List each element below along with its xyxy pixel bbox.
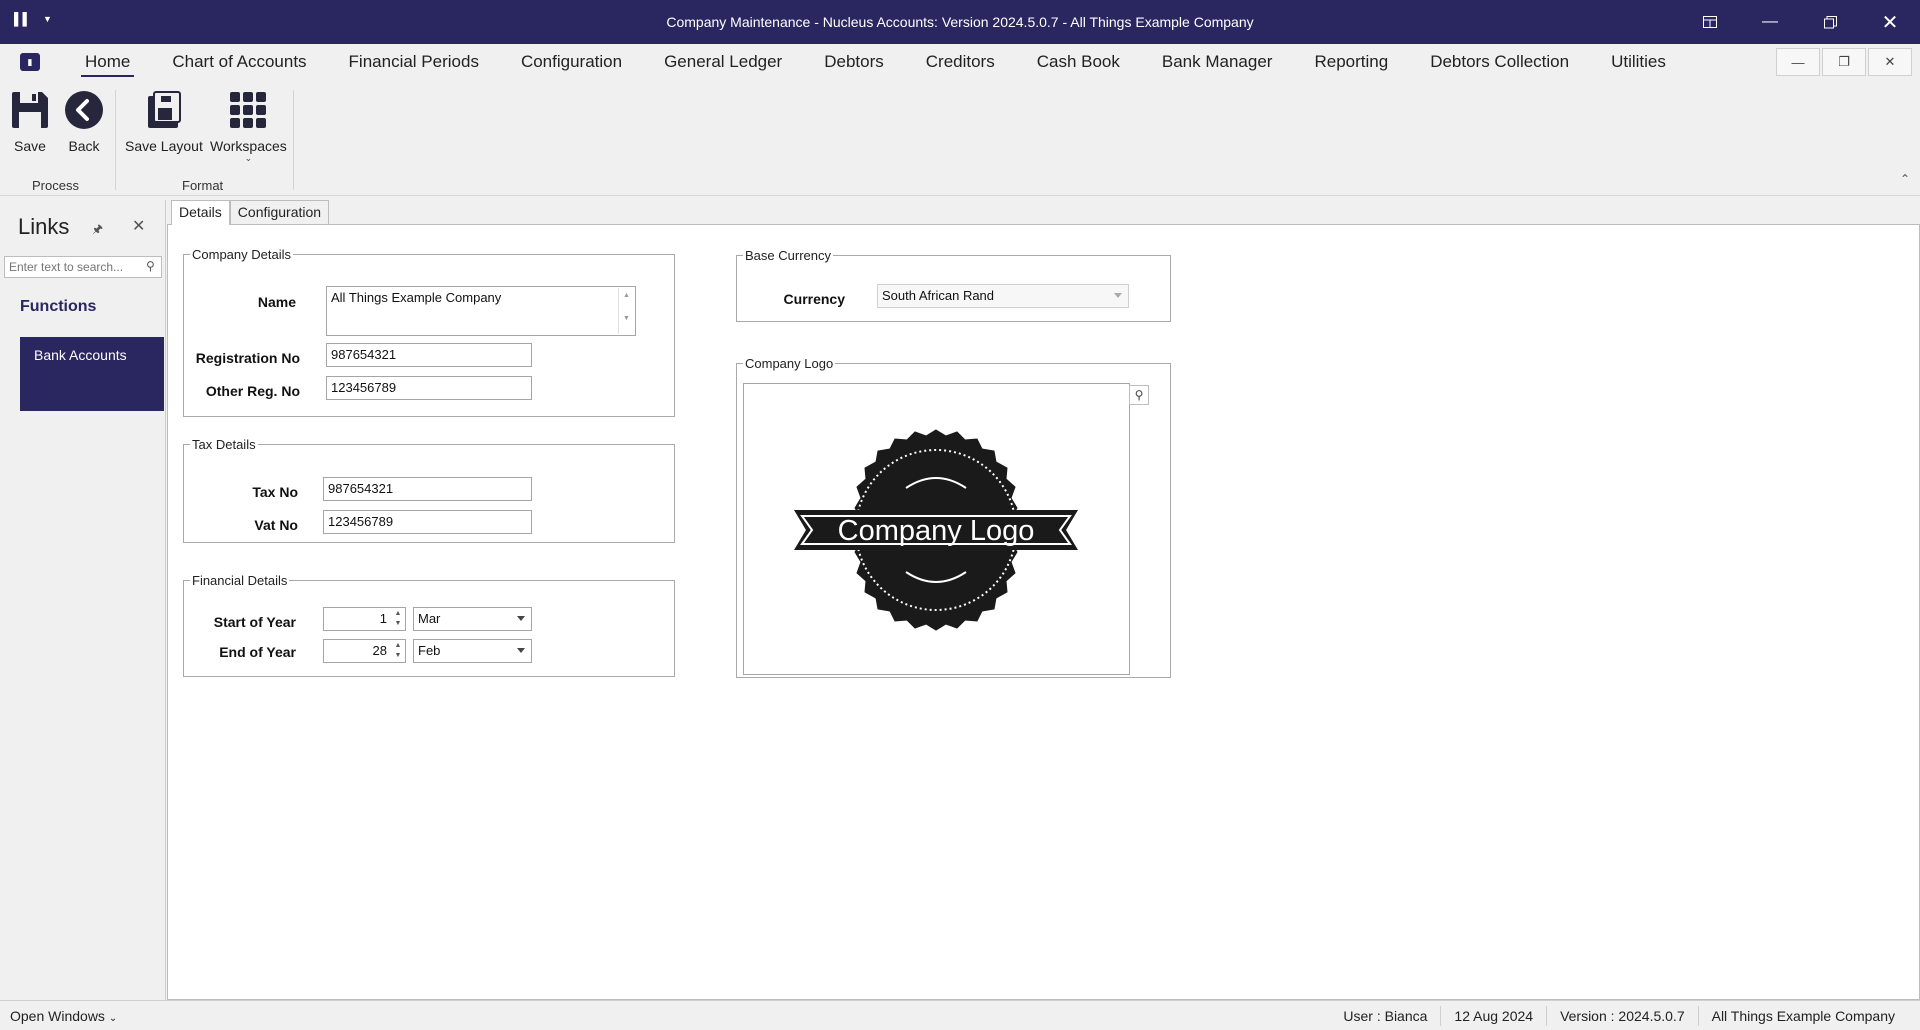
minimize-button[interactable]: — <box>1740 0 1800 44</box>
company-logo-legend: Company Logo <box>745 356 834 371</box>
save-layout-button[interactable]: Save Layout <box>125 86 203 154</box>
name-scrollbar[interactable]: ▲ ▼ <box>618 288 634 334</box>
other-reg-no-field[interactable]: 123456789 <box>326 376 532 400</box>
menu-tab-general-ledger[interactable]: General Ledger <box>643 44 803 80</box>
layout-icon[interactable] <box>1680 0 1740 44</box>
details-panel: Company Details Name All Things Example … <box>167 224 1920 1000</box>
end-day-stepper[interactable]: 28 ▲ ▼ <box>323 639 406 663</box>
workspaces-button[interactable]: Workspaces ⌄ <box>210 86 287 163</box>
financial-details-legend: Financial Details <box>192 573 288 588</box>
chevron-up-icon[interactable]: ⌃ <box>1900 172 1910 186</box>
restore-button[interactable] <box>1800 0 1860 44</box>
menu-tab-creditors[interactable]: Creditors <box>905 44 1016 80</box>
chevron-down-icon: ⌄ <box>108 1013 118 1024</box>
links-panel: Links 🖈 ✕ ⚲ Functions Bank Accounts <box>0 200 166 1000</box>
company-logo-group: Company Logo Company Logo ⚲ <box>736 356 1171 678</box>
close-button[interactable]: ✕ <box>1860 0 1920 44</box>
menu-tab-cash-book[interactable]: Cash Book <box>1016 44 1141 80</box>
functions-header: Functions <box>20 298 97 315</box>
dropdown-arrow-icon[interactable] <box>1114 293 1122 298</box>
currency-label: Currency <box>783 291 845 307</box>
save-icon <box>10 86 50 134</box>
registration-no-label: Registration No <box>195 350 300 366</box>
window-title: Company Maintenance - Nucleus Accounts: … <box>666 14 1254 30</box>
link-item-bank-accounts[interactable]: Bank Accounts <box>20 337 164 411</box>
links-title: Links <box>18 214 70 239</box>
tax-details-legend: Tax Details <box>192 437 256 452</box>
spin-arrows-icon[interactable]: ▲ ▼ <box>392 641 404 661</box>
ribbon-separator <box>293 90 294 190</box>
dropdown-arrow-icon[interactable] <box>517 648 525 653</box>
tab-configuration[interactable]: Configuration <box>229 200 330 224</box>
search-icon[interactable]: ⚲ <box>146 259 155 273</box>
dropdown-arrow-icon[interactable] <box>517 616 525 621</box>
company-details-group: Company Details Name All Things Example … <box>183 247 675 417</box>
menu-tab-bank-manager[interactable]: Bank Manager <box>1141 44 1294 80</box>
status-bar: Open Windows ⌄ User : Bianca 12 Aug 2024… <box>0 1000 1920 1030</box>
links-search-input[interactable] <box>4 256 162 278</box>
company-logo-image: Company Logo <box>794 429 1078 631</box>
save-layout-icon <box>146 86 182 134</box>
grid-icon <box>229 86 267 134</box>
menu-tab-home[interactable]: Home <box>64 44 151 80</box>
company-details-legend: Company Details <box>192 247 291 262</box>
ribbon: Save Back Process Save Layout Workspaces… <box>0 80 1920 196</box>
tab-details[interactable]: Details <box>171 200 230 225</box>
menu-tab-debtors-collection[interactable]: Debtors Collection <box>1409 44 1590 80</box>
group-label-format: Format <box>182 178 224 193</box>
start-month-select[interactable]: Mar <box>413 607 532 631</box>
ribbon-separator <box>115 90 116 190</box>
close-icon[interactable]: ✕ <box>132 216 145 236</box>
save-button[interactable]: Save <box>10 86 50 154</box>
scroll-up-icon[interactable]: ▲ <box>619 292 634 299</box>
vat-no-label: Vat No <box>254 517 298 533</box>
logo-picture-box[interactable]: Company Logo <box>743 383 1130 675</box>
name-label: Name <box>257 294 296 310</box>
status-user: User : Bianca <box>1343 1008 1428 1024</box>
spin-arrows-icon[interactable]: ▲ ▼ <box>392 609 404 629</box>
status-version: Version : 2024.5.0.7 <box>1546 1006 1698 1026</box>
chevron-down-icon[interactable]: ⌄ <box>245 154 253 163</box>
status-date: 12 Aug 2024 <box>1440 1006 1546 1026</box>
tax-no-field[interactable]: 987654321 <box>323 477 532 501</box>
tax-no-label: Tax No <box>252 484 298 500</box>
end-month-select[interactable]: Feb <box>413 639 532 663</box>
back-icon <box>64 86 104 134</box>
pin-icon[interactable]: 🖈 <box>92 220 103 241</box>
menu-tab-utilities[interactable]: Utilities <box>1590 44 1687 80</box>
back-button[interactable]: Back <box>64 86 104 154</box>
browse-logo-icon[interactable]: ⚲ <box>1129 385 1149 405</box>
menu-bar: ▮ Home Chart of Accounts Financial Periods… <box>0 44 1920 80</box>
start-of-year-label: Start of Year <box>213 614 296 630</box>
group-label-process: Process <box>32 178 79 193</box>
mdi-restore-button[interactable]: ❐ <box>1822 48 1866 76</box>
financial-details-group: Financial Details Start of Year 1 ▲ ▼ Mar… <box>183 573 675 677</box>
other-reg-no-label: Other Reg. No <box>205 383 300 399</box>
mdi-minimize-button[interactable]: — <box>1776 48 1820 76</box>
menu-tab-configuration[interactable]: Configuration <box>500 44 643 80</box>
currency-select[interactable]: South African Rand <box>877 284 1129 308</box>
menu-tab-reporting[interactable]: Reporting <box>1293 44 1409 80</box>
title-bar: ▌▌ ▼ Company Maintenance - Nucleus Accou… <box>0 0 1920 44</box>
logo-text: Company Logo <box>838 515 1035 547</box>
status-company: All Things Example Company <box>1697 1006 1908 1026</box>
start-day-stepper[interactable]: 1 ▲ ▼ <box>323 607 406 631</box>
app-logo-icon[interactable]: ▮ <box>20 53 40 71</box>
base-currency-group: Base Currency Currency South African Ran… <box>736 248 1171 322</box>
scroll-down-icon[interactable]: ▼ <box>619 315 634 322</box>
mdi-close-button[interactable]: ✕ <box>1868 48 1912 76</box>
menu-tab-chart-of-accounts[interactable]: Chart of Accounts <box>151 44 327 80</box>
base-currency-legend: Base Currency <box>745 248 831 263</box>
menu-tab-debtors[interactable]: Debtors <box>803 44 905 80</box>
name-field[interactable]: All Things Example Company ▲ ▼ <box>326 286 636 336</box>
menu-tab-financial-periods[interactable]: Financial Periods <box>328 44 500 80</box>
content-area: Details Configuration Company Details Na… <box>167 200 1920 1000</box>
vat-no-field[interactable]: 123456789 <box>323 510 532 534</box>
tax-details-group: Tax Details Tax No 987654321 Vat No 1234… <box>183 437 675 543</box>
open-windows-button[interactable]: Open Windows ⌄ <box>10 1008 117 1024</box>
end-of-year-label: End of Year <box>219 644 296 660</box>
registration-no-field[interactable]: 987654321 <box>326 343 532 367</box>
